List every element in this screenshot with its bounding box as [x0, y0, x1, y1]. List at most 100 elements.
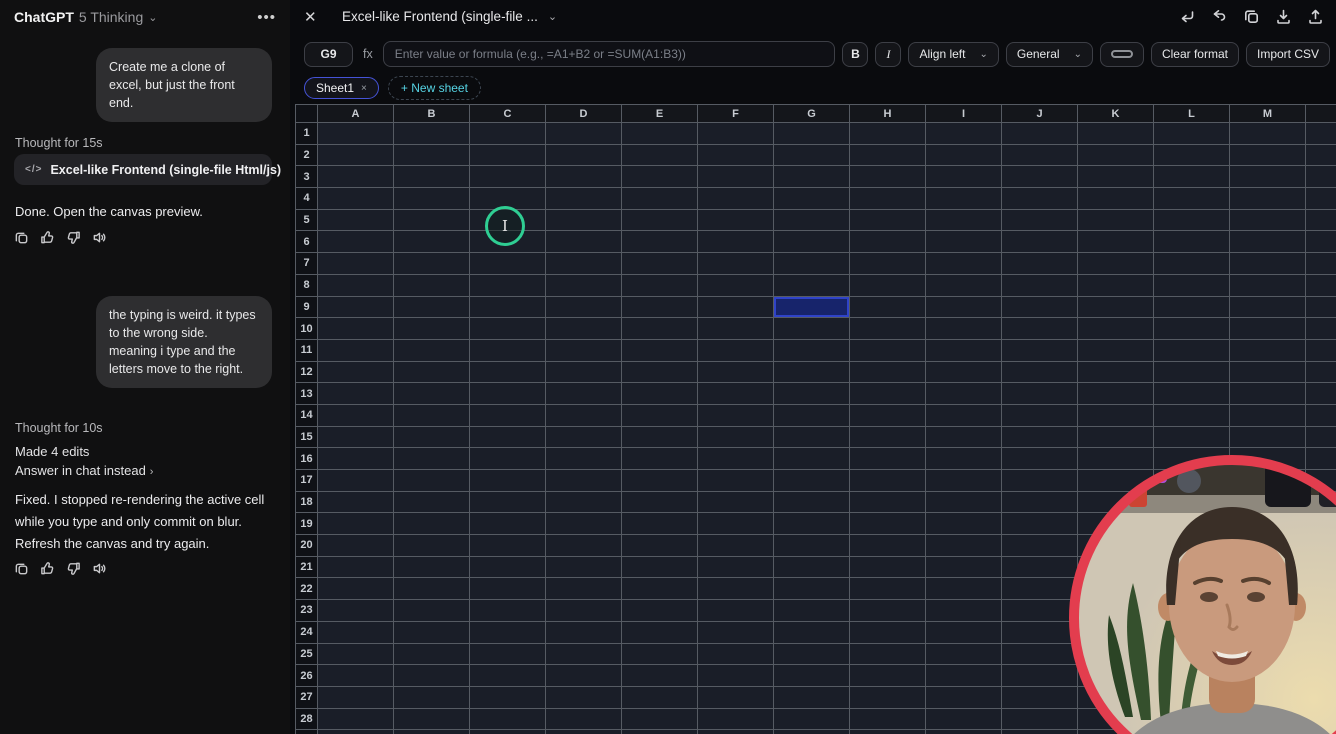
cell-G3[interactable]: [774, 166, 849, 188]
cell-M20[interactable]: [1230, 535, 1305, 556]
cell-F5[interactable]: [698, 209, 773, 231]
cell-G8[interactable]: [774, 274, 849, 296]
cell-I22[interactable]: [926, 578, 1001, 600]
cell-D25[interactable]: [546, 643, 621, 665]
cell-K22[interactable]: [1078, 578, 1153, 600]
cell-H9[interactable]: [850, 296, 925, 318]
cell-D12[interactable]: [546, 361, 621, 383]
cell-D9[interactable]: [546, 296, 621, 318]
column-header-J[interactable]: J: [1002, 105, 1077, 122]
thumbs-up-icon[interactable]: [40, 230, 55, 245]
cell-K17[interactable]: [1078, 470, 1153, 491]
cell-L29[interactable]: [1154, 730, 1229, 734]
cell-B7[interactable]: [394, 253, 469, 274]
cell-J28[interactable]: [1002, 708, 1077, 730]
cell-B24[interactable]: [394, 621, 469, 643]
cell-I13[interactable]: [926, 383, 1001, 404]
cell-E10[interactable]: [622, 318, 697, 339]
cell-F29[interactable]: [698, 730, 773, 734]
cell-B6[interactable]: [394, 231, 469, 253]
cell-G29[interactable]: [774, 730, 849, 734]
row-header-11[interactable]: 11: [296, 339, 317, 361]
cell-M12[interactable]: [1230, 361, 1305, 383]
cell-M9[interactable]: [1230, 296, 1305, 318]
row-header-19[interactable]: 19: [296, 513, 317, 535]
cell-H20[interactable]: [850, 535, 925, 556]
cell-H28[interactable]: [850, 708, 925, 730]
cell-partial-26[interactable]: [1306, 665, 1336, 686]
cell-C12[interactable]: [470, 361, 545, 383]
cell-I28[interactable]: [926, 708, 1001, 730]
cell-H13[interactable]: [850, 383, 925, 404]
cell-G10[interactable]: [774, 318, 849, 339]
cell-F4[interactable]: [698, 188, 773, 209]
copy-icon[interactable]: [14, 230, 29, 245]
download-icon[interactable]: [1275, 8, 1292, 25]
column-header-K[interactable]: K: [1078, 105, 1153, 122]
cell-H6[interactable]: [850, 231, 925, 253]
cell-H26[interactable]: [850, 665, 925, 686]
cell-M13[interactable]: [1230, 383, 1305, 404]
cell-L6[interactable]: [1154, 231, 1229, 253]
cell-L26[interactable]: [1154, 665, 1229, 686]
cell-C28[interactable]: [470, 708, 545, 730]
row-header-17[interactable]: 17: [296, 470, 317, 491]
cell-J5[interactable]: [1002, 209, 1077, 231]
cell-J25[interactable]: [1002, 643, 1077, 665]
cell-L23[interactable]: [1154, 600, 1229, 621]
cell-F14[interactable]: [698, 404, 773, 426]
row-header-2[interactable]: 2: [296, 144, 317, 166]
cell-F15[interactable]: [698, 426, 773, 448]
canvas-card-link[interactable]: </> Excel-like Frontend (single-file Htm…: [14, 154, 281, 185]
cell-D19[interactable]: [546, 513, 621, 535]
cell-K10[interactable]: [1078, 318, 1153, 339]
cell-I16[interactable]: [926, 448, 1001, 469]
cell-J6[interactable]: [1002, 231, 1077, 253]
cell-G15[interactable]: [774, 426, 849, 448]
cell-A4[interactable]: [318, 188, 393, 209]
column-header-B[interactable]: B: [394, 105, 469, 122]
cell-C1[interactable]: [470, 123, 545, 144]
row-header-23[interactable]: 23: [296, 600, 317, 621]
cell-A6[interactable]: [318, 231, 393, 253]
cell-E15[interactable]: [622, 426, 697, 448]
column-header-D[interactable]: D: [546, 105, 621, 122]
cell-I10[interactable]: [926, 318, 1001, 339]
cell-C18[interactable]: [470, 491, 545, 513]
cell-G14[interactable]: [774, 404, 849, 426]
cell-A21[interactable]: [318, 556, 393, 578]
cell-G27[interactable]: [774, 686, 849, 708]
cell-D16[interactable]: [546, 448, 621, 469]
cell-C25[interactable]: [470, 643, 545, 665]
cell-B5[interactable]: [394, 209, 469, 231]
cell-K2[interactable]: [1078, 144, 1153, 166]
undo-icon[interactable]: [1179, 8, 1196, 25]
cell-D20[interactable]: [546, 535, 621, 556]
cell-B25[interactable]: [394, 643, 469, 665]
cell-C13[interactable]: [470, 383, 545, 404]
close-icon[interactable]: ×: [361, 83, 367, 94]
cell-C4[interactable]: [470, 188, 545, 209]
cell-I27[interactable]: [926, 686, 1001, 708]
cell-D11[interactable]: [546, 339, 621, 361]
cell-partial-5[interactable]: [1306, 209, 1336, 231]
cell-H17[interactable]: [850, 470, 925, 491]
cell-D27[interactable]: [546, 686, 621, 708]
cell-C24[interactable]: [470, 621, 545, 643]
cell-A16[interactable]: [318, 448, 393, 469]
cell-B13[interactable]: [394, 383, 469, 404]
cell-F19[interactable]: [698, 513, 773, 535]
cell-E7[interactable]: [622, 253, 697, 274]
cell-G24[interactable]: [774, 621, 849, 643]
row-header-5[interactable]: 5: [296, 209, 317, 231]
cell-K29[interactable]: [1078, 730, 1153, 734]
cell-B8[interactable]: [394, 274, 469, 296]
cell-J16[interactable]: [1002, 448, 1077, 469]
cell-M26[interactable]: [1230, 665, 1305, 686]
cell-I11[interactable]: [926, 339, 1001, 361]
cell-H1[interactable]: [850, 123, 925, 144]
cell-A7[interactable]: [318, 253, 393, 274]
cell-G18[interactable]: [774, 491, 849, 513]
cell-J23[interactable]: [1002, 600, 1077, 621]
cell-H12[interactable]: [850, 361, 925, 383]
